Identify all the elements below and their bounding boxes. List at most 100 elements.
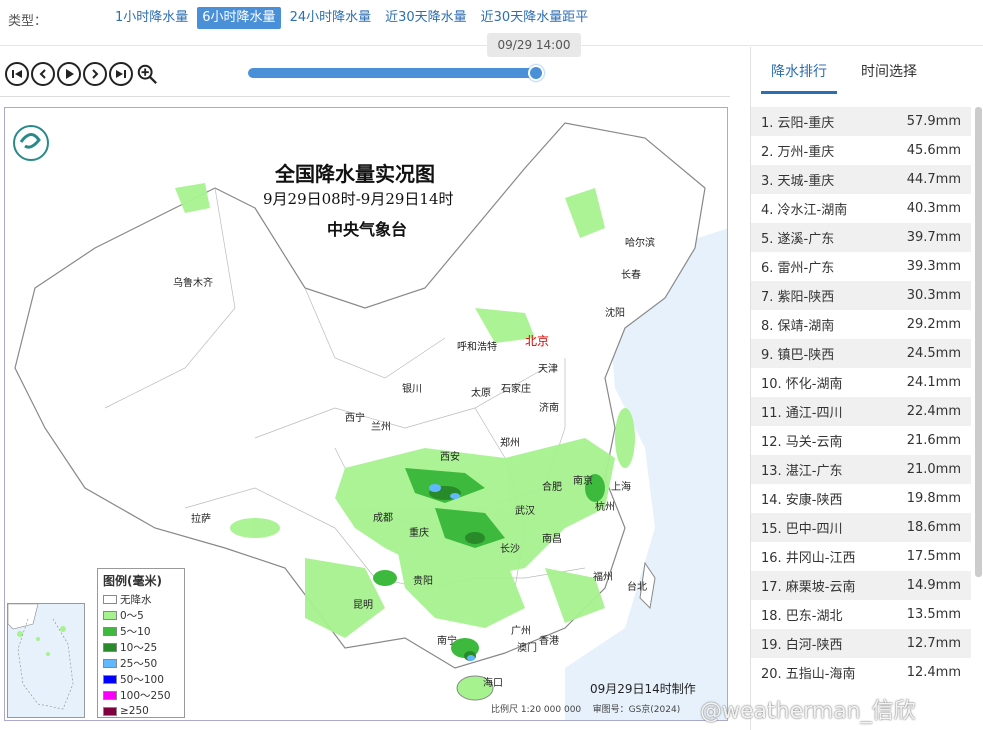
ranking-place: 4. 冷水江-湖南 [761, 203, 848, 218]
ranking-row[interactable]: 2. 万州-重庆 45.6mm [751, 136, 971, 165]
scrollbar[interactable] [975, 107, 982, 577]
city-label: 长春 [621, 270, 641, 281]
scale-note: 比例尺 1:20 000 000 审图号：GS京(2024) [491, 705, 681, 715]
ranking-value: 44.7mm [906, 172, 961, 187]
city-label: 石家庄 [501, 384, 531, 395]
ranking-value: 21.6mm [906, 433, 961, 448]
ranking-place: 9. 镇巴-陕西 [761, 348, 835, 363]
city-label: 西宁 [345, 413, 365, 424]
city-label: 拉萨 [191, 514, 211, 525]
last-frame-button[interactable] [109, 62, 133, 86]
cma-logo [13, 125, 49, 161]
playback-controls [5, 62, 159, 86]
ranking-value: 19.8mm [906, 491, 961, 506]
tab-30d-anomaly[interactable]: 近30天降水量距平 [476, 7, 594, 29]
tab-time-select[interactable]: 时间选择 [851, 61, 927, 94]
zoom-button[interactable] [135, 62, 159, 86]
city-label: 南昌 [542, 534, 562, 545]
city-label-capital: 北京 [525, 334, 550, 348]
ranking-row[interactable]: 9. 镇巴-陕西 24.5mm [751, 339, 971, 368]
ranking-place: 16. 井冈山-江西 [761, 551, 856, 566]
city-label: 天津 [538, 364, 558, 375]
ranking-place: 17. 麻栗坡-云南 [761, 580, 856, 595]
ranking-row[interactable]: 3. 天城-重庆 44.7mm [751, 165, 971, 194]
city-label: 郑州 [500, 438, 520, 449]
slider-track [248, 68, 536, 78]
ranking-place: 6. 雷州-广东 [761, 261, 835, 276]
ranking-row[interactable]: 19. 白河-陕西 12.7mm [751, 629, 971, 658]
ranking-value: 45.6mm [906, 143, 961, 158]
city-label: 长沙 [500, 544, 520, 555]
city-label: 贵阳 [413, 576, 433, 587]
ranking-value: 12.7mm [906, 636, 961, 651]
city-label: 昆明 [353, 600, 373, 611]
ranking-value: 13.5mm [906, 607, 961, 622]
tab-6h[interactable]: 6小时降水量 [197, 7, 281, 29]
ranking-list[interactable]: 1. 云阳-重庆 57.9mm 2. 万州-重庆 45.6mm 3. 天城-重庆 44.7… [751, 107, 971, 687]
ranking-row[interactable]: 17. 麻栗坡-云南 14.9mm [751, 571, 971, 600]
tab-1h[interactable]: 1小时降水量 [110, 7, 193, 29]
ranking-row[interactable]: 10. 怀化-湖南 24.1mm [751, 368, 971, 397]
first-frame-button[interactable] [5, 62, 29, 86]
ranking-value: 40.3mm [906, 201, 961, 216]
city-label: 广州 [511, 626, 531, 637]
city-label: 合肥 [542, 482, 562, 493]
legend-item: 5～10 [103, 623, 179, 639]
type-tabs: 1小时降水量 6小时降水量 24小时降水量 近30天降水量 近30天降水量距平 [110, 7, 593, 29]
ranking-place: 19. 白河-陕西 [761, 638, 843, 653]
tab-30d[interactable]: 近30天降水量 [380, 7, 472, 29]
map-org: 中央气象台 [327, 220, 408, 239]
legend-item: 0～5 [103, 607, 179, 623]
ranking-row[interactable]: 1. 云阳-重庆 57.9mm [751, 107, 971, 136]
ranking-row[interactable]: 7. 紫阳-陕西 30.3mm [751, 281, 971, 310]
city-label: 上海 [611, 482, 631, 493]
ranking-row[interactable]: 18. 巴东-湖北 13.5mm [751, 600, 971, 629]
ranking-row[interactable]: 12. 马关-云南 21.6mm [751, 426, 971, 455]
ranking-row[interactable]: 6. 雷州-广东 39.3mm [751, 252, 971, 281]
city-label: 乌鲁木齐 [173, 278, 213, 289]
map-title: 全国降水量实况图 [275, 162, 435, 186]
panel-tabs: 降水排行 时间选择 [761, 61, 927, 94]
ranking-row[interactable]: 14. 安康-陕西 19.8mm [751, 484, 971, 513]
city-label: 西安 [440, 452, 460, 463]
precipitation-map[interactable]: 全国降水量实况图 9月29日08时-9月29日14时 中央气象台 乌鲁木齐 哈尔… [4, 107, 728, 721]
ranking-row[interactable]: 4. 冷水江-湖南 40.3mm [751, 194, 971, 223]
city-label: 台北 [627, 582, 647, 593]
ranking-row[interactable]: 15. 巴中-四川 18.6mm [751, 513, 971, 542]
city-label: 武汉 [515, 506, 535, 517]
ranking-value: 29.2mm [906, 317, 961, 332]
ranking-row[interactable]: 5. 遂溪-广东 39.7mm [751, 223, 971, 252]
legend-item: 25～50 [103, 655, 179, 671]
ranking-row[interactable]: 8. 保靖-湖南 29.2mm [751, 310, 971, 339]
ranking-row[interactable]: 20. 五指山-海南 12.4mm [751, 658, 971, 687]
chevron-left-icon [39, 69, 46, 79]
ranking-row[interactable]: 11. 通江-四川 22.4mm [751, 397, 971, 426]
tab-24h[interactable]: 24小时降水量 [285, 7, 377, 29]
ranking-panel: 降水排行 时间选择 1. 云阳-重庆 57.9mm 2. 万州-重庆 45.6mm 3.… [750, 47, 983, 730]
city-label: 海口 [483, 678, 503, 689]
ranking-value: 22.4mm [906, 404, 961, 419]
time-tooltip: 09/29 14:00 [487, 33, 581, 57]
next-frame-button[interactable] [83, 62, 107, 86]
city-label: 银川 [402, 384, 422, 395]
ranking-place: 12. 马关-云南 [761, 435, 843, 450]
ranking-value: 30.3mm [906, 288, 961, 303]
city-label: 成都 [373, 513, 393, 524]
ranking-place: 11. 通江-四川 [761, 406, 843, 421]
zoom-in-icon [137, 64, 157, 84]
legend-item: 100～250 [103, 687, 179, 703]
legend-item: 50～100 [103, 671, 179, 687]
city-label: 南京 [573, 476, 593, 487]
prev-frame-button[interactable] [31, 62, 55, 86]
city-label: 兰州 [371, 422, 391, 433]
play-icon [66, 69, 74, 79]
play-button[interactable] [57, 62, 81, 86]
tab-ranking[interactable]: 降水排行 [761, 61, 837, 94]
ranking-value: 21.0mm [906, 462, 961, 477]
ranking-row[interactable]: 16. 井冈山-江西 17.5mm [751, 542, 971, 571]
ranking-place: 10. 怀化-湖南 [761, 377, 843, 392]
city-label: 沈阳 [605, 308, 625, 319]
time-slider[interactable] [248, 65, 544, 81]
ranking-row[interactable]: 13. 湛江-广东 21.0mm [751, 455, 971, 484]
slider-thumb[interactable] [528, 65, 544, 81]
